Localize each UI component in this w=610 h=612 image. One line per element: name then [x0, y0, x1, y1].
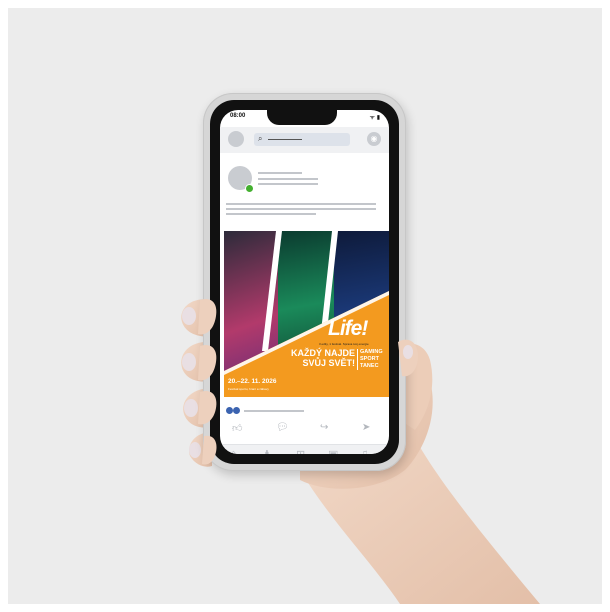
search-icon: ⌕ — [258, 134, 263, 143]
post-meta-placeholder — [258, 183, 318, 185]
bell-icon[interactable]: ♫ — [360, 448, 368, 454]
home-icon[interactable]: ⌂ — [230, 448, 237, 454]
poster-orange-band — [224, 291, 389, 397]
thumbs-up-icon[interactable]: 👍︎ — [232, 422, 242, 434]
post-header — [220, 158, 389, 218]
reaction-icon[interactable] — [233, 407, 240, 414]
poster-venue: Festival sportu, hraní a zábavy — [228, 387, 269, 391]
search-input[interactable]: ⌕ — [254, 133, 350, 146]
poster-category: TANEC — [360, 363, 379, 369]
profile-avatar[interactable] — [228, 131, 244, 147]
poster-headline-line2: SVŮJ SVĚT! — [302, 358, 355, 368]
share-icon[interactable]: ↪ — [320, 422, 328, 433]
reactions-row — [224, 407, 389, 415]
post-actions: 👍︎ 💬︎ ↪ ➤ — [220, 422, 389, 440]
comment-icon[interactable]: 💬︎ — [276, 422, 289, 433]
post-image-poster[interactable]: Life! 3 edity, 1 festival. Sprava tvoj e… — [224, 231, 389, 397]
phone-bezel: 08:00 ᯤ ▮ ⌕ ◉ Life! 3 edity, 1 festival.… — [210, 100, 399, 464]
post-text-placeholder — [226, 208, 376, 210]
poster-headline-line1: KAŽDÝ NAJDE — [290, 348, 355, 358]
post-text-placeholder — [226, 203, 376, 205]
bottom-tabbar: ⌂ ♟ ⊞ ▣ ♫ — [220, 444, 389, 454]
post-text-placeholder — [226, 213, 316, 215]
poster-headline: KAŽDÝ NAJDE SVŮJ SVĚT! — [287, 348, 355, 368]
status-icons: ᯤ ▮ — [369, 115, 380, 121]
online-status-dot — [245, 184, 254, 193]
post-meta-placeholder — [258, 178, 318, 180]
phone: 08:00 ᯤ ▮ ⌕ ◉ Life! 3 edity, 1 festival.… — [203, 93, 406, 471]
poster-category: SPORT — [360, 356, 379, 362]
chat-icon[interactable]: ◉ — [367, 132, 381, 146]
poster-category: GAMING — [360, 349, 383, 355]
reaction-count-placeholder — [244, 410, 304, 412]
send-icon[interactable]: ➤ — [362, 422, 370, 433]
shop-icon[interactable]: ▣ — [328, 448, 338, 454]
photo: 08:00 ᯤ ▮ ⌕ ◉ Life! 3 edity, 1 festival.… — [0, 0, 610, 612]
poster-date: 20.–22. 11. 2026 — [228, 378, 277, 385]
notch — [267, 110, 337, 125]
friends-icon[interactable]: ♟ — [262, 448, 272, 454]
poster-brand: Life! — [328, 317, 368, 340]
phone-screen: 08:00 ᯤ ▮ ⌕ ◉ Life! 3 edity, 1 festival.… — [220, 110, 389, 454]
add-icon[interactable]: ⊞ — [296, 448, 305, 454]
author-name-placeholder — [258, 172, 302, 174]
poster-categories: GAMING SPORT TANEC — [357, 349, 383, 370]
reaction-icon[interactable] — [226, 407, 233, 414]
status-time: 08:00 — [230, 113, 246, 119]
search-placeholder-line — [268, 139, 302, 140]
app-topbar: ⌕ ◉ — [220, 127, 389, 153]
poster-tagline: 3 edity, 1 festival. Sprava tvoj energie — [319, 342, 369, 346]
